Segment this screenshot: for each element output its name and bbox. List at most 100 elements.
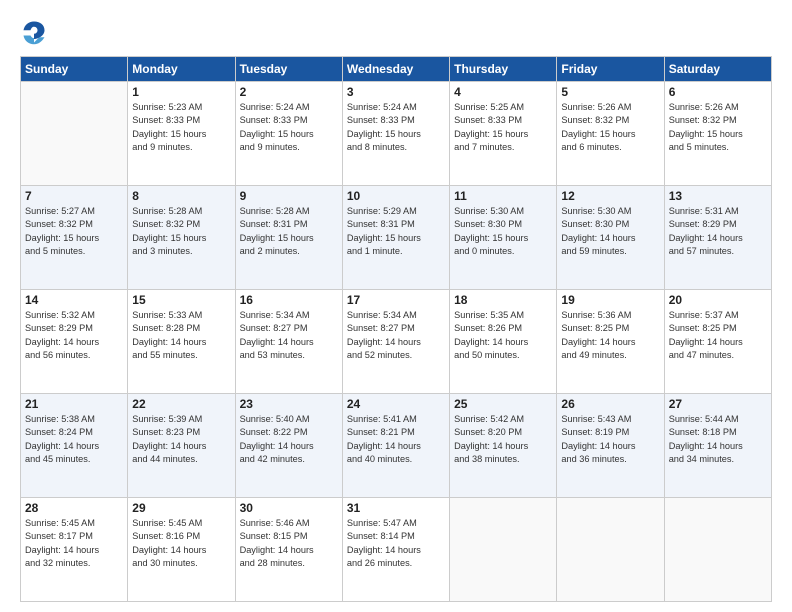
day-number: 5: [561, 85, 659, 99]
calendar-cell: 23 Sunrise: 5:40 AMSunset: 8:22 PMDayligh…: [235, 394, 342, 498]
calendar-week-row: 1Sunrise: 5:23 AMSunset: 8:33 PMDaylight…: [21, 82, 772, 186]
cell-info: Sunrise: 5:30 AMSunset: 8:30 PMDaylight:…: [561, 205, 659, 258]
calendar-cell: 13 Sunrise: 5:31 AMSunset: 8:29 PMDayligh…: [664, 186, 771, 290]
cell-info: Sunrise: 5:33 AMSunset: 8:28 PMDaylight:…: [132, 309, 230, 362]
calendar-cell: 7 Sunrise: 5:27 AMSunset: 8:32 PMDaylight…: [21, 186, 128, 290]
cell-info: Sunrise: 5:27 AMSunset: 8:32 PMDaylight:…: [25, 205, 123, 258]
cell-info: Sunrise: 5:39 AMSunset: 8:23 PMDaylight:…: [132, 413, 230, 466]
calendar-cell: 16 Sunrise: 5:34 AMSunset: 8:27 PMDayligh…: [235, 290, 342, 394]
cell-info: Sunrise: 5:44 AMSunset: 8:18 PMDaylight:…: [669, 413, 767, 466]
calendar-header-thursday: Thursday: [450, 57, 557, 82]
day-number: 4: [454, 85, 552, 99]
calendar-week-row: 7 Sunrise: 5:27 AMSunset: 8:32 PMDaylight…: [21, 186, 772, 290]
cell-info: Sunrise: 5:45 AMSunset: 8:17 PMDaylight:…: [25, 517, 123, 570]
calendar-cell: 1Sunrise: 5:23 AMSunset: 8:33 PMDaylight…: [128, 82, 235, 186]
cell-info: Sunrise: 5:30 AMSunset: 8:30 PMDaylight:…: [454, 205, 552, 258]
calendar-cell: 26 Sunrise: 5:43 AMSunset: 8:19 PMDayligh…: [557, 394, 664, 498]
day-number: 23: [240, 397, 338, 411]
day-number: 3: [347, 85, 445, 99]
calendar-week-row: 14Sunrise: 5:32 AMSunset: 8:29 PMDayligh…: [21, 290, 772, 394]
day-number: 21: [25, 397, 123, 411]
calendar-cell: 25Sunrise: 5:42 AMSunset: 8:20 PMDayligh…: [450, 394, 557, 498]
calendar-header-monday: Monday: [128, 57, 235, 82]
calendar-cell: 11 Sunrise: 5:30 AMSunset: 8:30 PMDayligh…: [450, 186, 557, 290]
day-number: 27: [669, 397, 767, 411]
day-number: 7: [25, 189, 123, 203]
cell-info: Sunrise: 5:43 AMSunset: 8:19 PMDaylight:…: [561, 413, 659, 466]
cell-info: Sunrise: 5:47 AMSunset: 8:14 PMDaylight:…: [347, 517, 445, 570]
cell-info: Sunrise: 5:38 AMSunset: 8:24 PMDaylight:…: [25, 413, 123, 466]
day-number: 24: [347, 397, 445, 411]
cell-info: Sunrise: 5:24 AMSunset: 8:33 PMDaylight:…: [347, 101, 445, 154]
calendar-cell: 24 Sunrise: 5:41 AMSunset: 8:21 PMDayligh…: [342, 394, 449, 498]
calendar-cell: 27 Sunrise: 5:44 AMSunset: 8:18 PMDayligh…: [664, 394, 771, 498]
calendar-cell: 17 Sunrise: 5:34 AMSunset: 8:27 PMDayligh…: [342, 290, 449, 394]
calendar-cell: 4 Sunrise: 5:25 AMSunset: 8:33 PMDaylight…: [450, 82, 557, 186]
cell-info: Sunrise: 5:36 AMSunset: 8:25 PMDaylight:…: [561, 309, 659, 362]
day-number: 11: [454, 189, 552, 203]
cell-info: Sunrise: 5:41 AMSunset: 8:21 PMDaylight:…: [347, 413, 445, 466]
day-number: 16: [240, 293, 338, 307]
day-number: 9: [240, 189, 338, 203]
cell-info: Sunrise: 5:26 AMSunset: 8:32 PMDaylight:…: [561, 101, 659, 154]
day-number: 20: [669, 293, 767, 307]
calendar-week-row: 28 Sunrise: 5:45 AMSunset: 8:17 PMDayligh…: [21, 498, 772, 602]
calendar-cell: 31 Sunrise: 5:47 AMSunset: 8:14 PMDayligh…: [342, 498, 449, 602]
cell-info: Sunrise: 5:46 AMSunset: 8:15 PMDaylight:…: [240, 517, 338, 570]
logo: [20, 18, 52, 46]
calendar-header-wednesday: Wednesday: [342, 57, 449, 82]
calendar-header-friday: Friday: [557, 57, 664, 82]
day-number: 17: [347, 293, 445, 307]
calendar-header-row: SundayMondayTuesdayWednesdayThursdayFrid…: [21, 57, 772, 82]
calendar-cell: 8Sunrise: 5:28 AMSunset: 8:32 PMDaylight…: [128, 186, 235, 290]
calendar-header-tuesday: Tuesday: [235, 57, 342, 82]
calendar-header-saturday: Saturday: [664, 57, 771, 82]
calendar-header-sunday: Sunday: [21, 57, 128, 82]
cell-info: Sunrise: 5:37 AMSunset: 8:25 PMDaylight:…: [669, 309, 767, 362]
cell-info: Sunrise: 5:42 AMSunset: 8:20 PMDaylight:…: [454, 413, 552, 466]
day-number: 31: [347, 501, 445, 515]
calendar-cell: 14Sunrise: 5:32 AMSunset: 8:29 PMDayligh…: [21, 290, 128, 394]
cell-info: Sunrise: 5:34 AMSunset: 8:27 PMDaylight:…: [347, 309, 445, 362]
calendar-cell: 6 Sunrise: 5:26 AMSunset: 8:32 PMDaylight…: [664, 82, 771, 186]
day-number: 19: [561, 293, 659, 307]
calendar-cell: 21 Sunrise: 5:38 AMSunset: 8:24 PMDayligh…: [21, 394, 128, 498]
calendar-cell: [557, 498, 664, 602]
cell-info: Sunrise: 5:40 AMSunset: 8:22 PMDaylight:…: [240, 413, 338, 466]
logo-icon: [20, 18, 48, 46]
calendar-cell: 22Sunrise: 5:39 AMSunset: 8:23 PMDayligh…: [128, 394, 235, 498]
page-header: [20, 18, 772, 46]
calendar-cell: 18Sunrise: 5:35 AMSunset: 8:26 PMDayligh…: [450, 290, 557, 394]
calendar-cell: 9 Sunrise: 5:28 AMSunset: 8:31 PMDaylight…: [235, 186, 342, 290]
day-number: 12: [561, 189, 659, 203]
cell-info: Sunrise: 5:29 AMSunset: 8:31 PMDaylight:…: [347, 205, 445, 258]
calendar-cell: 10Sunrise: 5:29 AMSunset: 8:31 PMDayligh…: [342, 186, 449, 290]
cell-info: Sunrise: 5:26 AMSunset: 8:32 PMDaylight:…: [669, 101, 767, 154]
day-number: 15: [132, 293, 230, 307]
calendar-cell: 28 Sunrise: 5:45 AMSunset: 8:17 PMDayligh…: [21, 498, 128, 602]
calendar-cell: 20 Sunrise: 5:37 AMSunset: 8:25 PMDayligh…: [664, 290, 771, 394]
cell-info: Sunrise: 5:34 AMSunset: 8:27 PMDaylight:…: [240, 309, 338, 362]
calendar-cell: 12 Sunrise: 5:30 AMSunset: 8:30 PMDayligh…: [557, 186, 664, 290]
calendar-table: SundayMondayTuesdayWednesdayThursdayFrid…: [20, 56, 772, 602]
calendar-cell: 19 Sunrise: 5:36 AMSunset: 8:25 PMDayligh…: [557, 290, 664, 394]
day-number: 2: [240, 85, 338, 99]
calendar-cell: [450, 498, 557, 602]
day-number: 28: [25, 501, 123, 515]
day-number: 6: [669, 85, 767, 99]
day-number: 13: [669, 189, 767, 203]
cell-info: Sunrise: 5:31 AMSunset: 8:29 PMDaylight:…: [669, 205, 767, 258]
day-number: 1: [132, 85, 230, 99]
cell-info: Sunrise: 5:24 AMSunset: 8:33 PMDaylight:…: [240, 101, 338, 154]
day-number: 18: [454, 293, 552, 307]
calendar-cell: 29Sunrise: 5:45 AMSunset: 8:16 PMDayligh…: [128, 498, 235, 602]
day-number: 29: [132, 501, 230, 515]
cell-info: Sunrise: 5:28 AMSunset: 8:31 PMDaylight:…: [240, 205, 338, 258]
calendar-cell: 5 Sunrise: 5:26 AMSunset: 8:32 PMDaylight…: [557, 82, 664, 186]
cell-info: Sunrise: 5:25 AMSunset: 8:33 PMDaylight:…: [454, 101, 552, 154]
cell-info: Sunrise: 5:32 AMSunset: 8:29 PMDaylight:…: [25, 309, 123, 362]
calendar-cell: 30Sunrise: 5:46 AMSunset: 8:15 PMDayligh…: [235, 498, 342, 602]
calendar-week-row: 21 Sunrise: 5:38 AMSunset: 8:24 PMDayligh…: [21, 394, 772, 498]
day-number: 26: [561, 397, 659, 411]
calendar-cell: 2 Sunrise: 5:24 AMSunset: 8:33 PMDaylight…: [235, 82, 342, 186]
